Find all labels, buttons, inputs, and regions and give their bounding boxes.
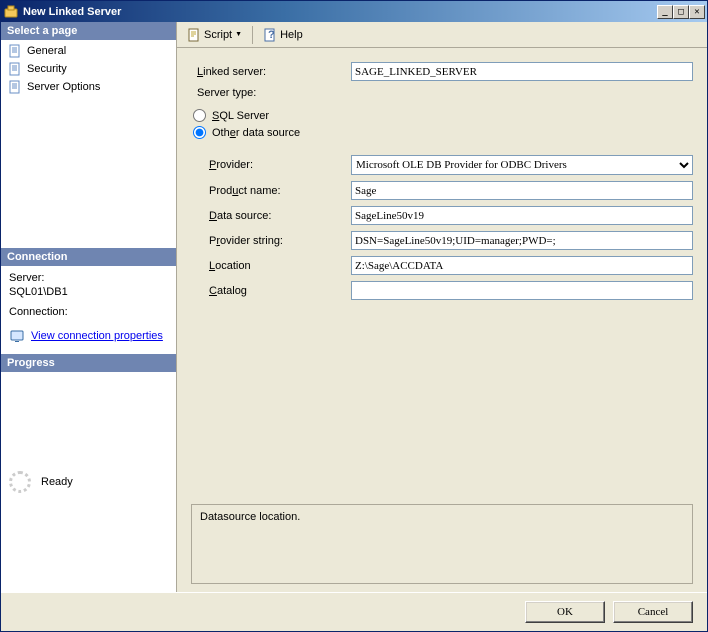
data-source-input[interactable] bbox=[351, 206, 693, 225]
server-value: SQL01\DB1 bbox=[9, 286, 168, 298]
radio-sql-server[interactable]: SQL Server bbox=[191, 109, 693, 122]
progress-status: Ready bbox=[41, 476, 73, 488]
content-area: Select a page General Security Server Op… bbox=[1, 22, 707, 631]
progress-panel: Ready bbox=[1, 372, 176, 592]
sidebar-item-server-options[interactable]: Server Options bbox=[3, 78, 174, 96]
sidebar-page-list: General Security Server Options bbox=[1, 40, 176, 248]
provider-string-input[interactable] bbox=[351, 231, 693, 250]
sidebar-item-label: Security bbox=[27, 63, 67, 75]
page-icon bbox=[7, 43, 23, 59]
connection-label: Connection: bbox=[9, 306, 168, 318]
help-text-box: Datasource location. bbox=[191, 504, 693, 584]
provider-select[interactable]: Microsoft OLE DB Provider for ODBC Drive… bbox=[351, 155, 693, 175]
sidebar-item-label: Server Options bbox=[27, 81, 100, 93]
form: LLinked server:inked server: Server type… bbox=[191, 62, 693, 496]
help-icon: ? bbox=[263, 28, 277, 42]
sidebar-item-label: General bbox=[27, 45, 66, 57]
cancel-button[interactable]: Cancel bbox=[613, 601, 693, 623]
sidebar-item-security[interactable]: Security bbox=[3, 60, 174, 78]
location-input[interactable] bbox=[351, 256, 693, 275]
product-name-label: Product name: bbox=[191, 185, 351, 197]
minimize-button[interactable]: _ bbox=[657, 5, 673, 19]
sidebar: Select a page General Security Server Op… bbox=[1, 22, 177, 592]
radio-sql-input[interactable] bbox=[193, 109, 206, 122]
sidebar-header-pages: Select a page bbox=[1, 22, 176, 40]
help-label: Help bbox=[280, 29, 303, 41]
page-icon bbox=[7, 61, 23, 77]
server-label: Server: bbox=[9, 272, 168, 284]
progress-spinner-icon bbox=[9, 471, 31, 493]
title-bar: New Linked Server _ □ ✕ bbox=[1, 1, 707, 22]
svg-text:?: ? bbox=[268, 29, 275, 41]
window-title: New Linked Server bbox=[23, 6, 657, 18]
view-connection-link-row: View connection properties bbox=[9, 328, 168, 344]
script-icon bbox=[187, 28, 201, 42]
provider-string-label: Provider string: bbox=[191, 235, 351, 247]
app-icon bbox=[3, 4, 19, 20]
provider-label: Provider: bbox=[191, 159, 351, 171]
toolbar: Script ▼ ? Help bbox=[177, 22, 707, 48]
radio-other-label: Other data source bbox=[212, 127, 300, 139]
main-panel: Script ▼ ? Help LLinked server:inked ser… bbox=[177, 22, 707, 592]
radio-other-input[interactable] bbox=[193, 126, 206, 139]
catalog-label: Catalog bbox=[191, 285, 351, 297]
close-button[interactable]: ✕ bbox=[689, 5, 705, 19]
script-button[interactable]: Script ▼ bbox=[183, 26, 246, 44]
location-label: Location bbox=[191, 260, 351, 272]
script-label: Script bbox=[204, 29, 232, 41]
help-text: Datasource location. bbox=[200, 511, 300, 523]
button-row: OK Cancel bbox=[1, 592, 707, 631]
connection-icon bbox=[9, 328, 25, 344]
catalog-input[interactable] bbox=[351, 281, 693, 300]
linked-server-input[interactable] bbox=[351, 62, 693, 81]
toolbar-separator bbox=[252, 26, 253, 44]
server-type-label: Server type: bbox=[191, 87, 351, 99]
view-connection-link[interactable]: View connection properties bbox=[31, 330, 163, 342]
linked-server-label: LLinked server:inked server: bbox=[191, 66, 351, 78]
sidebar-item-general[interactable]: General bbox=[3, 42, 174, 60]
sidebar-header-progress: Progress bbox=[1, 354, 176, 372]
window-buttons: _ □ ✕ bbox=[657, 5, 705, 19]
connection-panel: Server: SQL01\DB1 Connection: View conne… bbox=[1, 266, 176, 354]
help-button[interactable]: ? Help bbox=[259, 26, 307, 44]
product-name-input[interactable] bbox=[351, 181, 693, 200]
radio-other-source[interactable]: Other data source bbox=[191, 126, 693, 139]
ok-button[interactable]: OK bbox=[525, 601, 605, 623]
sidebar-header-connection: Connection bbox=[1, 248, 176, 266]
body: Select a page General Security Server Op… bbox=[1, 22, 707, 592]
maximize-button[interactable]: □ bbox=[673, 5, 689, 19]
dropdown-arrow-icon: ▼ bbox=[235, 31, 242, 38]
dialog-window: New Linked Server _ □ ✕ Select a page Ge… bbox=[0, 0, 708, 632]
data-source-label: Data source: bbox=[191, 210, 351, 222]
radio-sql-label: SQL Server bbox=[212, 110, 269, 122]
page-icon bbox=[7, 79, 23, 95]
